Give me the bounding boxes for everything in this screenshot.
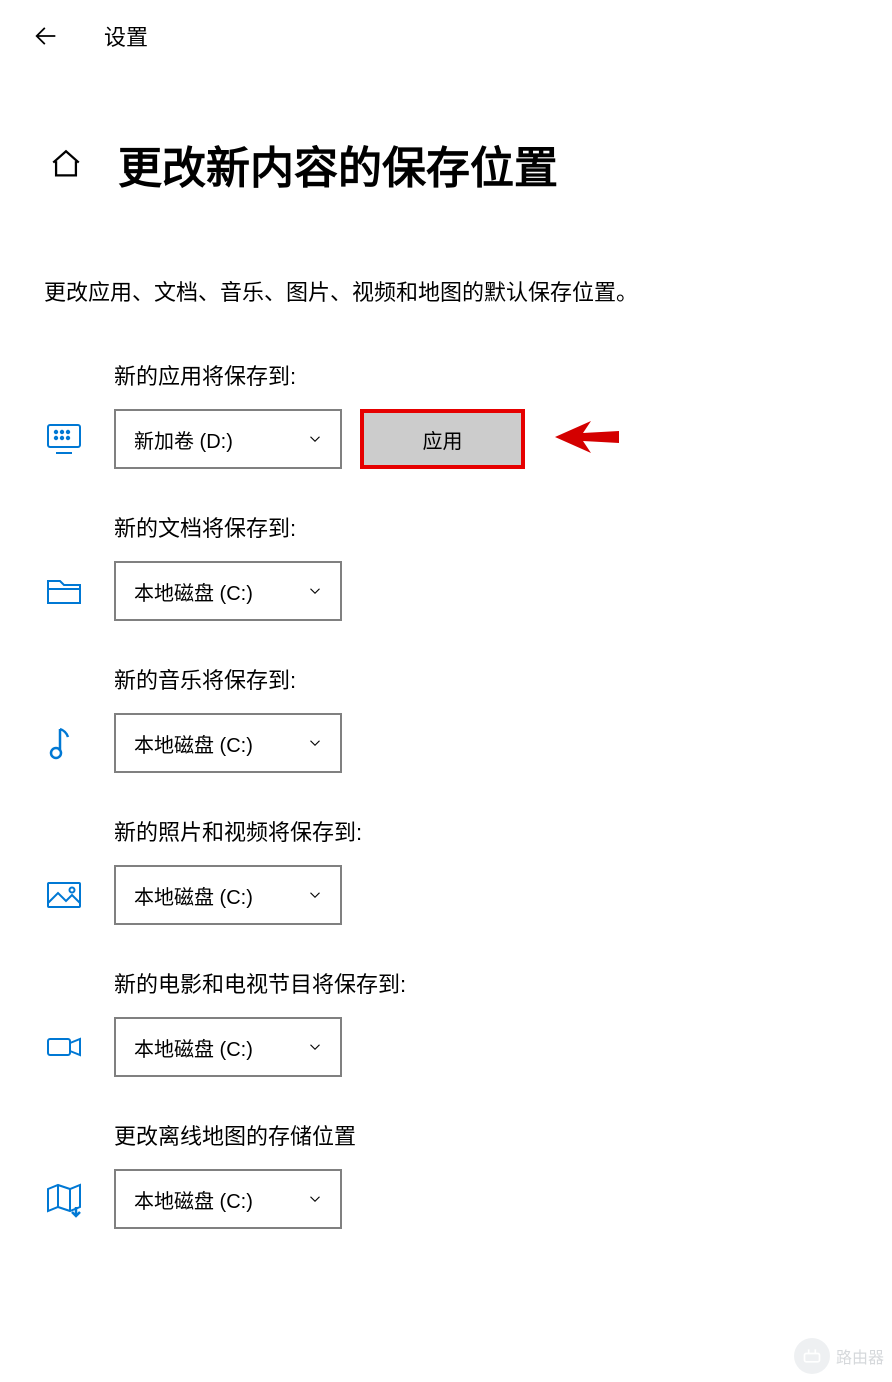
setting-photos-label: 新的照片和视频将保存到: bbox=[114, 815, 848, 847]
setting-movies: 新的电影和电视节目将保存到: 本地磁盘 (C:) bbox=[44, 967, 848, 1077]
music-drive-dropdown[interactable]: 本地磁盘 (C:) bbox=[114, 713, 342, 773]
dropdown-label: 新加卷 (D:) bbox=[134, 425, 233, 454]
dropdown-label: 本地磁盘 (C:) bbox=[134, 577, 253, 606]
setting-music: 新的音乐将保存到: 本地磁盘 (C:) bbox=[44, 663, 848, 773]
chevron-down-icon bbox=[306, 886, 324, 904]
setting-music-label: 新的音乐将保存到: bbox=[114, 663, 848, 695]
dropdown-label: 本地磁盘 (C:) bbox=[134, 881, 253, 910]
music-note-icon bbox=[44, 723, 96, 763]
setting-maps: 更改离线地图的存储位置 本地磁盘 (C:) bbox=[44, 1119, 848, 1229]
setting-maps-label: 更改离线地图的存储位置 bbox=[114, 1119, 848, 1151]
watermark-badge-icon bbox=[794, 1338, 830, 1374]
dropdown-label: 本地磁盘 (C:) bbox=[134, 729, 253, 758]
back-button[interactable] bbox=[28, 18, 64, 54]
setting-apps: 新的应用将保存到: 新加卷 (D:) 应用 bbox=[44, 359, 848, 469]
highlight-arrow-icon bbox=[551, 417, 621, 462]
photos-drive-dropdown[interactable]: 本地磁盘 (C:) bbox=[114, 865, 342, 925]
home-icon bbox=[49, 147, 83, 181]
movies-drive-dropdown[interactable]: 本地磁盘 (C:) bbox=[114, 1017, 342, 1077]
setting-movies-label: 新的电影和电视节目将保存到: bbox=[114, 967, 848, 999]
chevron-down-icon bbox=[306, 1190, 324, 1208]
chevron-down-icon bbox=[306, 1038, 324, 1056]
chevron-down-icon bbox=[306, 582, 324, 600]
setting-documents: 新的文档将保存到: 本地磁盘 (C:) bbox=[44, 511, 848, 621]
apply-button[interactable]: 应用 bbox=[360, 409, 525, 469]
chevron-down-icon bbox=[306, 734, 324, 752]
dropdown-label: 本地磁盘 (C:) bbox=[134, 1185, 253, 1214]
setting-documents-label: 新的文档将保存到: bbox=[114, 511, 848, 543]
page-description: 更改应用、文档、音乐、图片、视频和地图的默认保存位置。 bbox=[0, 196, 892, 309]
keyboard-monitor-icon bbox=[44, 419, 96, 459]
folder-icon bbox=[44, 571, 96, 611]
maps-drive-dropdown[interactable]: 本地磁盘 (C:) bbox=[114, 1169, 342, 1229]
arrow-left-icon bbox=[32, 22, 60, 50]
dropdown-label: 本地磁盘 (C:) bbox=[134, 1033, 253, 1062]
topbar-title: 设置 bbox=[104, 20, 148, 52]
apps-drive-dropdown[interactable]: 新加卷 (D:) bbox=[114, 409, 342, 469]
picture-icon bbox=[44, 875, 96, 915]
home-button[interactable] bbox=[44, 142, 88, 186]
chevron-down-icon bbox=[306, 430, 324, 448]
setting-apps-label: 新的应用将保存到: bbox=[114, 359, 848, 391]
documents-drive-dropdown[interactable]: 本地磁盘 (C:) bbox=[114, 561, 342, 621]
page-title: 更改新内容的保存位置 bbox=[118, 132, 558, 196]
setting-photos: 新的照片和视频将保存到: 本地磁盘 (C:) bbox=[44, 815, 848, 925]
watermark: 路由器 bbox=[794, 1338, 884, 1374]
map-icon bbox=[44, 1179, 96, 1219]
watermark-text: 路由器 bbox=[836, 1344, 884, 1368]
settings-list: 新的应用将保存到: 新加卷 (D:) 应用 bbox=[0, 309, 892, 1229]
video-camera-icon bbox=[44, 1027, 96, 1067]
